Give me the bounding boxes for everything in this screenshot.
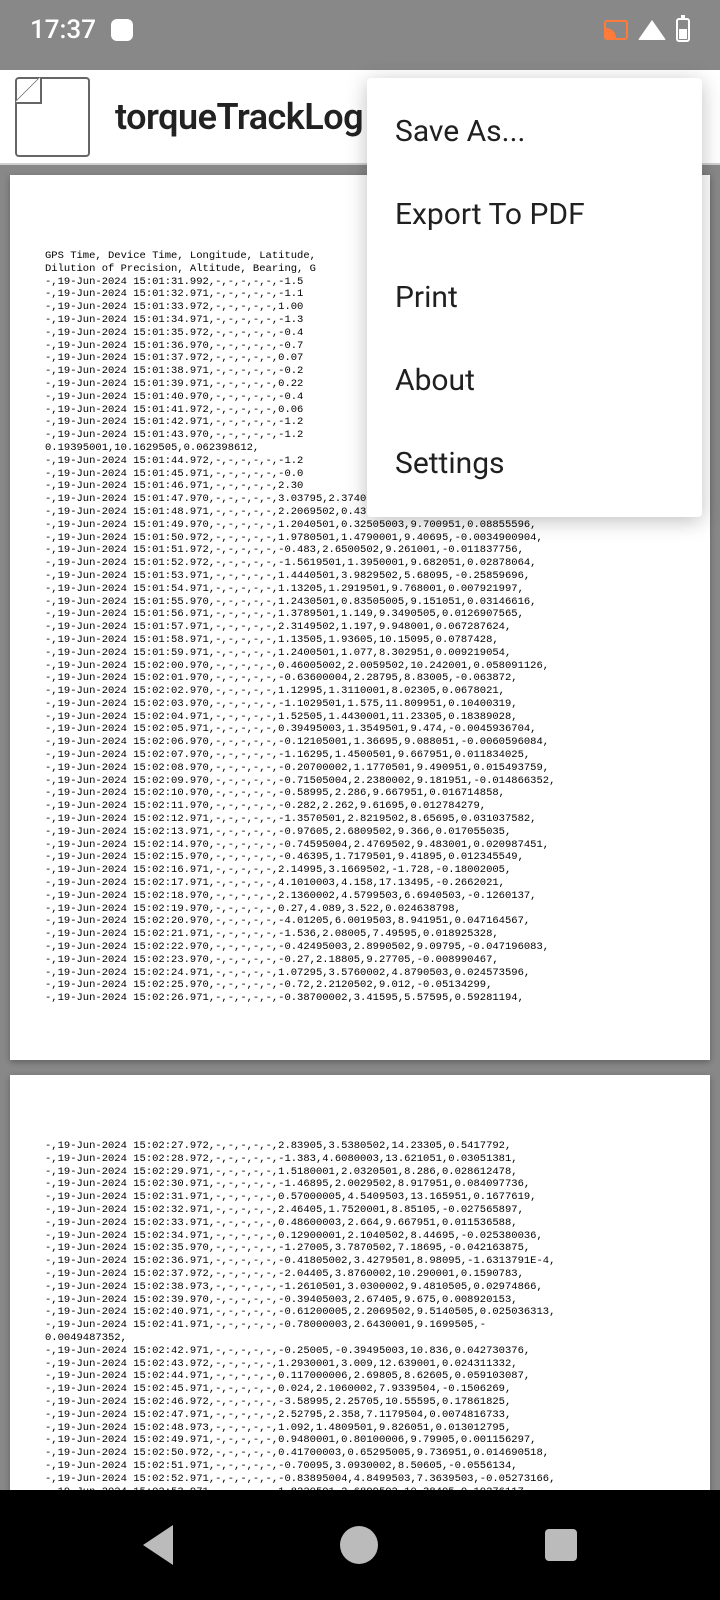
- overflow-menu: Save As... Export To PDF Print About Set…: [367, 78, 702, 517]
- menu-about[interactable]: About: [367, 339, 702, 422]
- menu-settings[interactable]: Settings: [367, 422, 702, 505]
- battery-icon: [676, 18, 690, 42]
- wifi-icon: [638, 20, 666, 40]
- nav-home-icon[interactable]: [340, 1526, 378, 1564]
- page-2: -,19-Jun-2024 15:02:27.972,-,-,-,-,-,2.8…: [10, 1075, 710, 1490]
- cast-icon: [604, 20, 628, 40]
- status-right: [604, 18, 690, 42]
- nav-recent-icon[interactable]: [545, 1529, 577, 1561]
- menu-export-pdf[interactable]: Export To PDF: [367, 173, 702, 256]
- menu-save-as[interactable]: Save As...: [367, 90, 702, 173]
- status-bar: 17:37: [0, 0, 720, 60]
- status-time: 17:37: [30, 15, 96, 45]
- nav-back-icon[interactable]: [143, 1525, 173, 1565]
- document-icon: [15, 77, 90, 157]
- navigation-bar: [0, 1490, 720, 1600]
- menu-print[interactable]: Print: [367, 256, 702, 339]
- app-title: torqueTrackLog: [115, 96, 363, 138]
- notification-dot-icon: [111, 19, 133, 41]
- status-left: 17:37: [30, 15, 133, 45]
